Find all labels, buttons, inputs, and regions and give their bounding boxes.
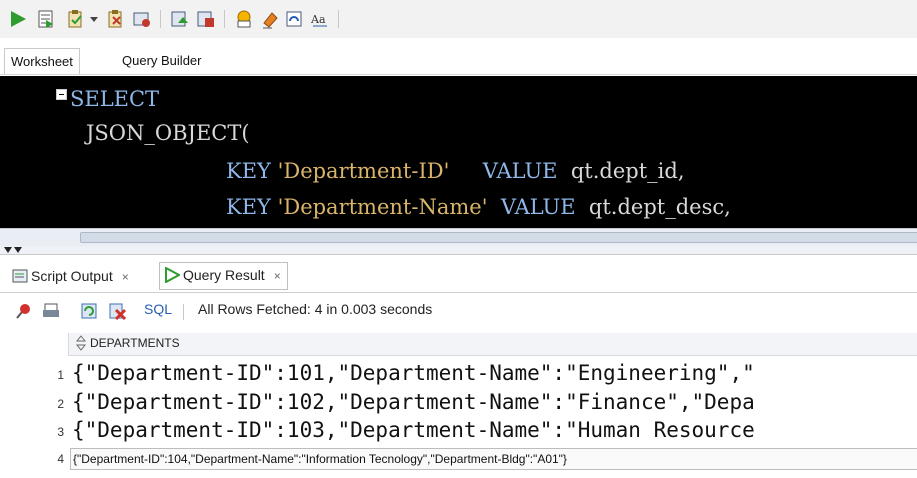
sql-history-icon[interactable] bbox=[234, 9, 254, 29]
format-icon[interactable] bbox=[284, 9, 304, 29]
tab-script-output[interactable]: Script Output × bbox=[12, 264, 129, 288]
autotrace-icon[interactable] bbox=[170, 9, 190, 29]
column-header-departments[interactable]: DEPARTMENTS bbox=[90, 336, 180, 350]
code-line-3: KEY 'Department-ID' VALUE qt.dept_id, bbox=[226, 156, 685, 186]
tab-query-result[interactable]: Query Result × bbox=[159, 262, 288, 290]
code-line-2: JSON_OBJECT( bbox=[86, 121, 250, 145]
table-cell[interactable]: {"Department-ID":102,"Department-Name":"… bbox=[72, 390, 755, 414]
results-toolbar: SQL All Rows Fetched: 4 in 0.003 seconds bbox=[0, 296, 917, 326]
output-tab-bar: Script Output × Query Result × bbox=[0, 258, 917, 293]
code-line-1: SELECT bbox=[70, 84, 159, 114]
table-cell[interactable]: {"Department-ID":101,"Department-Name":"… bbox=[72, 361, 755, 385]
toolbar-separator bbox=[183, 304, 184, 320]
clear-icon[interactable] bbox=[260, 9, 280, 29]
svg-text:Aa: Aa bbox=[310, 13, 326, 26]
rollback-icon[interactable] bbox=[106, 9, 126, 29]
tab-query-builder[interactable]: Query Builder bbox=[122, 48, 201, 74]
row-number[interactable]: 2 bbox=[0, 397, 64, 411]
tab-worksheet[interactable]: Worksheet bbox=[4, 48, 80, 74]
close-icon[interactable]: × bbox=[274, 269, 281, 283]
keyword-key: KEY bbox=[226, 159, 271, 183]
fetch-status: All Rows Fetched: 4 in 0.003 seconds bbox=[198, 301, 433, 317]
cancel-query-icon[interactable] bbox=[108, 302, 126, 320]
toolbar-separator bbox=[160, 10, 161, 28]
keyword-value: VALUE bbox=[482, 159, 558, 183]
print-icon[interactable] bbox=[42, 302, 60, 320]
toolbar-separator bbox=[224, 10, 225, 28]
main-toolbar: Aa bbox=[0, 0, 917, 38]
explain-plan-icon[interactable] bbox=[196, 9, 216, 29]
close-icon[interactable]: × bbox=[122, 270, 129, 284]
collapse-arrows-icon[interactable] bbox=[4, 247, 34, 253]
grid-header bbox=[68, 333, 917, 356]
column-expression: qt.dept_id, bbox=[570, 159, 685, 183]
run-icon bbox=[165, 266, 182, 284]
keyword-select: SELECT bbox=[70, 87, 160, 111]
run-script-icon[interactable] bbox=[36, 9, 56, 29]
sql-tuning-icon[interactable] bbox=[132, 9, 152, 29]
script-output-icon bbox=[12, 269, 28, 283]
selected-table-cell[interactable]: {"Department-ID":104,"Department-Name":"… bbox=[70, 448, 917, 470]
dropdown-arrow-icon[interactable] bbox=[88, 9, 100, 29]
row-number[interactable]: 4 bbox=[0, 452, 64, 466]
worksheet-tab-bar: Worksheet Query Builder bbox=[0, 48, 917, 75]
commit-icon[interactable] bbox=[66, 9, 86, 29]
keyword-key: KEY bbox=[226, 195, 271, 219]
tab-label: Script Output bbox=[31, 268, 113, 284]
toolbar-separator bbox=[338, 10, 339, 28]
sort-icon[interactable] bbox=[76, 335, 86, 351]
sql-link[interactable]: SQL bbox=[144, 301, 172, 317]
table-cell[interactable]: {"Department-ID":103,"Department-Name":"… bbox=[72, 418, 755, 442]
tab-label: Query Result bbox=[183, 267, 265, 283]
case-icon[interactable]: Aa bbox=[310, 9, 330, 29]
pin-icon[interactable] bbox=[14, 302, 32, 320]
row-number[interactable]: 1 bbox=[0, 368, 64, 382]
string-literal: 'Department-ID' bbox=[277, 159, 450, 183]
column-expression: qt.dept_desc, bbox=[588, 195, 731, 219]
run-statement-icon[interactable] bbox=[8, 9, 28, 29]
refresh-icon[interactable] bbox=[80, 302, 98, 320]
code-fold-toggle[interactable] bbox=[56, 89, 67, 100]
scrollbar-thumb[interactable] bbox=[80, 232, 917, 243]
pane-splitter[interactable] bbox=[0, 246, 917, 255]
code-line-4: KEY 'Department-Name' VALUE qt.dept_desc… bbox=[226, 192, 731, 222]
sql-editor[interactable]: SELECT JSON_OBJECT( KEY 'Department-ID' … bbox=[0, 76, 917, 228]
row-number[interactable]: 3 bbox=[0, 425, 64, 439]
keyword-value: VALUE bbox=[500, 195, 576, 219]
string-literal: 'Department-Name' bbox=[277, 195, 488, 219]
